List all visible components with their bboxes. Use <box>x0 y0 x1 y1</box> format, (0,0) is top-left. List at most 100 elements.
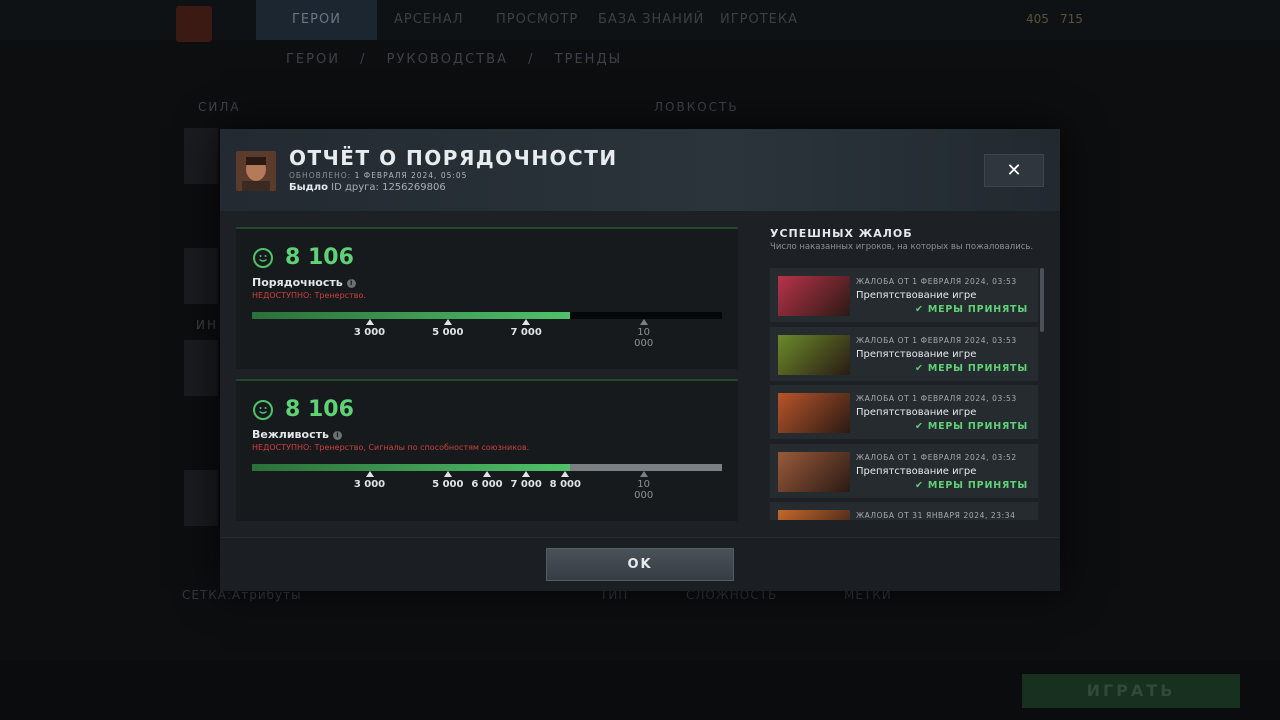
report-date: ЖАЛОБА ОТ 31 ЯНВАРЯ 2024, 23:34 <box>856 511 1016 520</box>
report-reason: Препятствование игре <box>856 465 977 477</box>
checkmark-icon: ✔ <box>915 479 928 491</box>
ok-button[interactable]: OK <box>546 548 734 581</box>
marker-triangle-icon <box>483 471 491 477</box>
marker-triangle-icon <box>522 319 531 325</box>
report-status: ✔ МЕРЫ ПРИНЯТЫ <box>915 362 1028 374</box>
marker-triangle-icon <box>639 471 648 477</box>
conduct-tick-label: 7 000 <box>506 319 546 338</box>
report-item[interactable]: ЖАЛОБА ОТ 1 ФЕВРАЛЯ 2024, 03:52 Препятств… <box>770 443 1038 498</box>
conduct-score-card: 8 106 Порядочность i НЕДОСТУПНО: Тренерст… <box>236 227 738 369</box>
hero-portrait <box>778 393 850 433</box>
report-reason: Препятствование игре <box>856 348 977 360</box>
conduct-tick-label: 3 000 <box>350 319 390 338</box>
conduct-report-dialog: ОТЧЁТ О ПОРЯДОЧНОСТИ ОБНОВЛЕНО: 1 ФЕВРАЛ… <box>220 129 1060 591</box>
report-status: ✔ МЕРЫ ПРИНЯТЫ <box>915 421 1028 432</box>
info-icon[interactable]: i <box>332 430 342 440</box>
checkmark-icon: ✔ <box>915 304 928 315</box>
hero-tile[interactable] <box>184 340 218 396</box>
hero-tile[interactable] <box>184 128 218 184</box>
dialog-header: ОТЧЁТ О ПОРЯДОЧНОСТИ ОБНОВЛЕНО: 1 ФЕВРАЛ… <box>220 129 1060 211</box>
conduct-tick-label: 10 000 <box>631 319 657 349</box>
reports-list[interactable]: ЖАЛОБА ОТ 1 ФЕВРАЛЯ 2024, 03:53 Препятств… <box>770 268 1040 520</box>
report-item[interactable]: ЖАЛОБА ОТ 1 ФЕВРАЛЯ 2024, 03:53 Препятств… <box>770 326 1038 381</box>
marker-triangle-icon <box>639 319 648 325</box>
courtesy-score-card: 8 106 Вежливость i НЕДОСТУПНО: Тренерство… <box>236 379 738 521</box>
reports-scrollbar[interactable] <box>1040 268 1044 332</box>
report-item[interactable]: ЖАЛОБА ОТ 1 ФЕВРАЛЯ 2024, 03:53 Препятств… <box>770 385 1038 439</box>
subnav-separator: / <box>360 52 367 67</box>
friend-id-label: ID друга: <box>331 182 379 193</box>
close-button[interactable]: ✕ <box>984 154 1044 187</box>
courtesy-progress-bar <box>252 464 722 471</box>
conduct-tick-label: 5 000 <box>428 319 468 338</box>
attribute-agility-label: ЛОВКОСТЬ <box>654 100 739 114</box>
report-date: ЖАЛОБА ОТ 1 ФЕВРАЛЯ 2024, 03:53 <box>856 394 1017 403</box>
report-reason: Препятствование игре <box>856 407 977 418</box>
play-button[interactable]: ИГРАТЬ <box>1022 674 1240 708</box>
subnav-heroes[interactable]: ГЕРОИ <box>286 52 340 67</box>
nav-arsenal[interactable]: АРСЕНАЛ <box>394 12 463 27</box>
nav-arcade[interactable]: ИГРОТЕКА <box>720 12 798 27</box>
close-icon: ✕ <box>1006 160 1022 181</box>
report-status: ✔ МЕРЫ ПРИНЯТЫ <box>915 304 1028 315</box>
hero-tile[interactable] <box>184 470 218 526</box>
courtesy-progress-fill <box>252 464 570 471</box>
friend-id: 1256269806 <box>382 182 446 193</box>
nav-heroes[interactable]: ГЕРОИ <box>256 0 377 40</box>
top-navigation-bar: ГЕРОИ АРСЕНАЛ ПРОСМОТР БАЗА ЗНАНИЙ ИГРОТ… <box>0 0 1280 42</box>
checkmark-icon: ✔ <box>915 362 928 374</box>
sub-navigation: ГЕРОИ / РУКОВОДСТВА / ТРЕНДЫ <box>286 52 636 67</box>
smile-icon <box>253 248 273 268</box>
courtesy-tick-label: 8 000 <box>545 471 585 490</box>
updated-timestamp: ОБНОВЛЕНО: 1 ФЕВРАЛЯ 2024, 05:05 <box>289 171 468 180</box>
courtesy-tick-label: 5 000 <box>428 471 468 490</box>
dota-logo-icon[interactable] <box>176 6 212 42</box>
courtesy-tick-label: 7 000 <box>506 471 546 490</box>
marker-triangle-icon <box>443 319 452 325</box>
conduct-progress-fill <box>252 312 570 319</box>
marker-triangle-icon <box>365 471 374 477</box>
courtesy-tick-label: 6 000 <box>467 471 507 490</box>
reports-title: УСПЕШНЫХ ЖАЛОБ <box>770 227 913 240</box>
dialog-title: ОТЧЁТ О ПОРЯДОЧНОСТИ <box>289 146 618 170</box>
subnav-guides[interactable]: РУКОВОДСТВА <box>387 52 508 67</box>
courtesy-tick-label: 10 000 <box>631 471 657 501</box>
reports-subtitle: Число наказанных игроков, на которых вы … <box>770 242 1034 252</box>
conduct-unavailable: НЕДОСТУПНО: Тренерство. <box>252 291 366 300</box>
smile-icon <box>253 400 273 420</box>
checkmark-icon: ✔ <box>915 421 928 432</box>
report-date: ЖАЛОБА ОТ 1 ФЕВРАЛЯ 2024, 03:53 <box>856 335 1017 345</box>
courtesy-label: Вежливость i <box>252 428 342 441</box>
conduct-score: 8 106 <box>285 245 354 270</box>
report-item[interactable]: ЖАЛОБА ОТ 1 ФЕВРАЛЯ 2024, 03:53 Препятств… <box>770 268 1038 322</box>
marker-triangle-icon <box>365 319 374 325</box>
subnav-separator: / <box>528 52 535 67</box>
currency-shards: 405 <box>1026 12 1049 26</box>
marker-triangle-icon <box>561 471 570 477</box>
dialog-footer: OK <box>220 537 1060 591</box>
avatar <box>236 151 276 191</box>
report-status: ✔ МЕРЫ ПРИНЯТЫ <box>915 479 1028 491</box>
report-reason: Препятствование игре <box>856 290 977 301</box>
report-date: ЖАЛОБА ОТ 1 ФЕВРАЛЯ 2024, 03:52 <box>856 452 1017 462</box>
info-icon[interactable]: i <box>346 278 356 288</box>
courtesy-unavailable: НЕДОСТУПНО: Тренерство, Сигналы по спосо… <box>252 443 530 452</box>
nav-knowledge-base[interactable]: БАЗА ЗНАНИЙ <box>598 12 704 27</box>
currency-coins: 715 <box>1060 12 1083 26</box>
attribute-strength-label: СИЛА <box>198 100 241 114</box>
hero-portrait <box>778 276 850 316</box>
conduct-label: Порядочность i <box>252 276 356 289</box>
courtesy-tick-label: 3 000 <box>350 471 390 490</box>
conduct-progress-bar <box>252 312 722 319</box>
attribute-intelligence-label: ИН <box>196 318 218 332</box>
courtesy-score: 8 106 <box>285 397 354 422</box>
hero-tile[interactable] <box>184 248 218 304</box>
hero-portrait <box>778 334 850 375</box>
nav-watch[interactable]: ПРОСМОТР <box>496 12 578 27</box>
report-date: ЖАЛОБА ОТ 1 ФЕВРАЛЯ 2024, 03:53 <box>856 277 1017 286</box>
username: Быдло <box>289 182 328 193</box>
hero-portrait <box>778 451 850 492</box>
subnav-trends[interactable]: ТРЕНДЫ <box>555 52 622 67</box>
report-item[interactable]: ЖАЛОБА ОТ 31 ЯНВАРЯ 2024, 23:34 <box>770 502 1038 520</box>
user-info: Быдло ID друга: 1256269806 <box>289 182 446 193</box>
